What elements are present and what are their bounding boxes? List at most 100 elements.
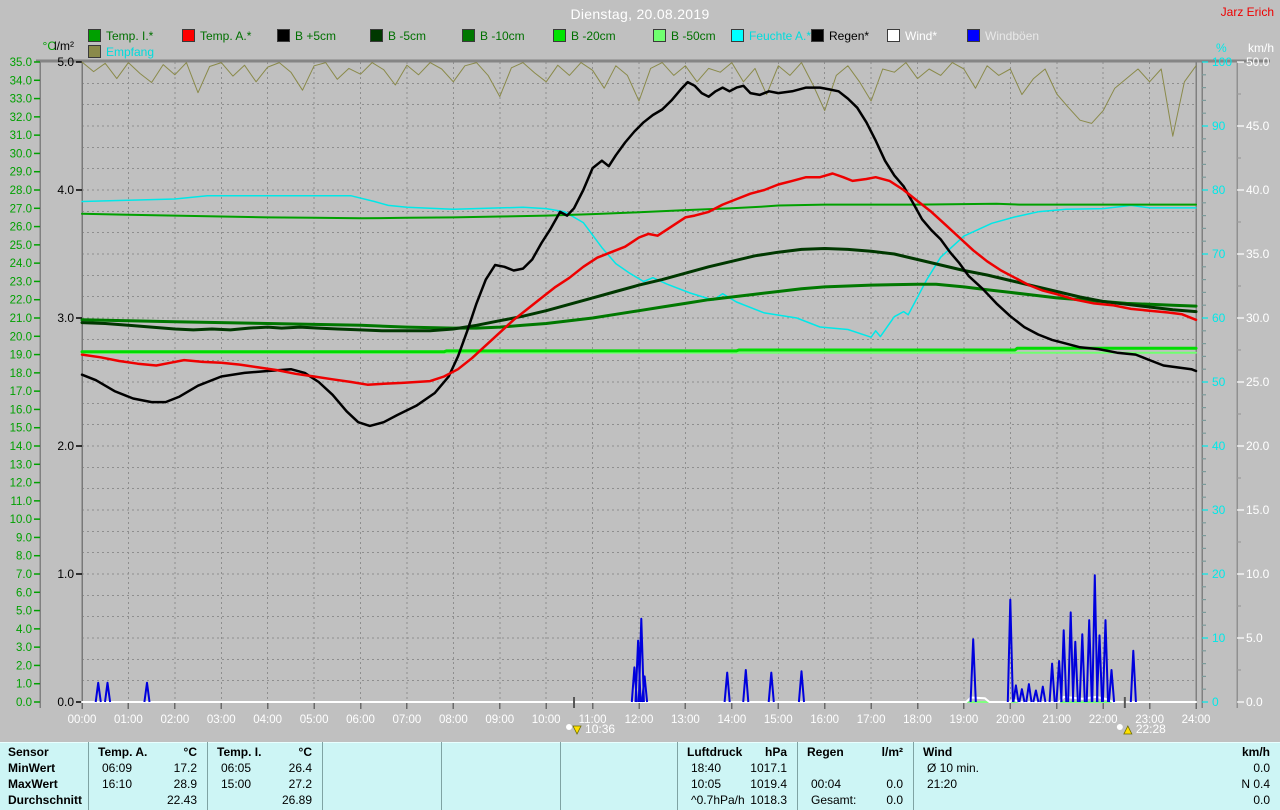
- svg-text:13.0: 13.0: [10, 459, 32, 471]
- svg-text:22:00: 22:00: [1089, 714, 1118, 726]
- svg-text:19.0: 19.0: [10, 350, 32, 362]
- svg-text:06:00: 06:00: [346, 714, 375, 726]
- svg-text:0.0: 0.0: [16, 697, 32, 709]
- svg-text:50.0: 50.0: [1246, 55, 1270, 69]
- svg-text:34.0: 34.0: [10, 75, 32, 87]
- svg-text:1.0: 1.0: [57, 567, 74, 581]
- svg-text:4.0: 4.0: [57, 183, 74, 197]
- stat-value: 0.0: [1253, 761, 1270, 775]
- arrow-icon: [572, 725, 582, 735]
- svg-text:6.0: 6.0: [16, 587, 32, 599]
- svg-text:19:00: 19:00: [950, 714, 979, 726]
- svg-text:13:00: 13:00: [671, 714, 700, 726]
- weather-app-window: Dienstag, 20.08.2019 Jarz Erich Temp. I.…: [0, 0, 1280, 810]
- svg-text:%: %: [1216, 41, 1227, 55]
- table-separator: [677, 742, 678, 810]
- svg-text:02:00: 02:00: [160, 714, 189, 726]
- svg-text:3.0: 3.0: [57, 311, 74, 325]
- col-unit: km/h: [1241, 745, 1270, 759]
- x-axis-labels: 00:00 01:00 02:00 03:00 04:00 05:00 06:00 07:00…: [68, 714, 1211, 726]
- svg-text:l/m²: l/m²: [54, 39, 74, 53]
- svg-text:24.0: 24.0: [10, 258, 32, 270]
- row-label: Sensor: [8, 745, 49, 759]
- svg-text:32.0: 32.0: [10, 112, 32, 124]
- svg-text:4.0: 4.0: [16, 624, 32, 636]
- svg-text:24:00: 24:00: [1182, 714, 1211, 726]
- svg-text:31.0: 31.0: [10, 130, 32, 142]
- svg-text:18.0: 18.0: [10, 368, 32, 380]
- weather-chart: 0.0 1.0 2.0 3.0 4.0 5.0 6.0 7.0 8.0 9.0 10.0 11.0 12…: [10, 39, 1274, 736]
- table-separator: [560, 742, 561, 810]
- svg-text:2.0: 2.0: [57, 439, 74, 453]
- svg-text:3.0: 3.0: [16, 642, 32, 654]
- stat-value: 0.0: [886, 777, 903, 791]
- stat-value: 17.2: [173, 761, 197, 775]
- svg-text:7.0: 7.0: [16, 569, 32, 581]
- svg-text:2.0: 2.0: [16, 660, 32, 672]
- svg-text:14.0: 14.0: [10, 441, 32, 453]
- moon-icon: [566, 724, 573, 730]
- svg-text:10:36: 10:36: [585, 722, 615, 736]
- gridlines: [82, 62, 1196, 702]
- row-label: Durchschnitt: [8, 793, 83, 807]
- svg-text:16:00: 16:00: [810, 714, 839, 726]
- svg-text:29.0: 29.0: [10, 167, 32, 179]
- svg-text:90: 90: [1212, 119, 1226, 133]
- stat-value: 1018.3: [750, 793, 787, 807]
- svg-text:10.0: 10.0: [10, 514, 32, 526]
- table-separator: [322, 742, 323, 810]
- svg-text:60: 60: [1212, 311, 1226, 325]
- svg-text:5.0: 5.0: [57, 55, 74, 69]
- table-separator: [913, 742, 914, 810]
- svg-text:20: 20: [1212, 567, 1226, 581]
- stat-value: N 0.4: [1241, 777, 1270, 791]
- moon-icon: [1116, 724, 1123, 730]
- svg-text:0.0: 0.0: [57, 695, 74, 709]
- svg-text:12.0: 12.0: [10, 478, 32, 490]
- svg-text:05:00: 05:00: [300, 714, 329, 726]
- svg-text:25.0: 25.0: [1246, 375, 1270, 389]
- svg-text:km/h: km/h: [1248, 41, 1274, 55]
- svg-text:0: 0: [1212, 695, 1219, 709]
- svg-text:20.0: 20.0: [1246, 439, 1270, 453]
- svg-text:00:00: 00:00: [68, 714, 97, 726]
- col-unit: °C: [183, 745, 197, 759]
- svg-text:18:00: 18:00: [903, 714, 932, 726]
- svg-text:30.0: 30.0: [10, 148, 32, 160]
- col-unit: l/m²: [881, 745, 903, 759]
- svg-text:23.0: 23.0: [10, 276, 32, 288]
- svg-text:17:00: 17:00: [857, 714, 886, 726]
- svg-text:11.0: 11.0: [10, 496, 32, 508]
- svg-text:20:00: 20:00: [996, 714, 1025, 726]
- svg-text:08:00: 08:00: [439, 714, 468, 726]
- stat-value: 22.43: [166, 793, 197, 807]
- svg-text:04:00: 04:00: [253, 714, 282, 726]
- svg-text:35.0: 35.0: [10, 57, 32, 69]
- svg-text:10.0: 10.0: [1246, 567, 1270, 581]
- svg-text:26.0: 26.0: [10, 222, 32, 234]
- svg-text:03:00: 03:00: [207, 714, 236, 726]
- row-label: MinWert: [8, 761, 56, 775]
- table-separator: [797, 742, 798, 810]
- svg-text:12:00: 12:00: [625, 714, 654, 726]
- svg-text:40.0: 40.0: [1246, 183, 1270, 197]
- svg-text:80: 80: [1212, 183, 1226, 197]
- stat-value: 26.4: [288, 761, 312, 775]
- stat-value: 0.0: [1253, 793, 1270, 807]
- svg-text:25.0: 25.0: [10, 240, 32, 252]
- svg-text:5.0: 5.0: [16, 606, 32, 618]
- series-windboeen: [94, 574, 1137, 703]
- svg-text:33.0: 33.0: [10, 94, 32, 106]
- svg-text:21:00: 21:00: [1042, 714, 1071, 726]
- svg-text:15.0: 15.0: [10, 423, 32, 435]
- stat-value: 1019.4: [750, 777, 787, 791]
- svg-text:22:28: 22:28: [1136, 722, 1166, 736]
- svg-text:45.0: 45.0: [1246, 119, 1270, 133]
- svg-text:21.0: 21.0: [10, 313, 32, 325]
- row-label: MaxWert: [8, 777, 58, 791]
- svg-text:07:00: 07:00: [393, 714, 422, 726]
- svg-text:16.0: 16.0: [10, 404, 32, 416]
- table-separator: [88, 742, 89, 810]
- svg-text:5.0: 5.0: [1246, 631, 1263, 645]
- axis-labels: 0.0 1.0 2.0 3.0 4.0 5.0 6.0 7.0 8.0 9.0 10.0 11.0 12…: [10, 39, 1274, 709]
